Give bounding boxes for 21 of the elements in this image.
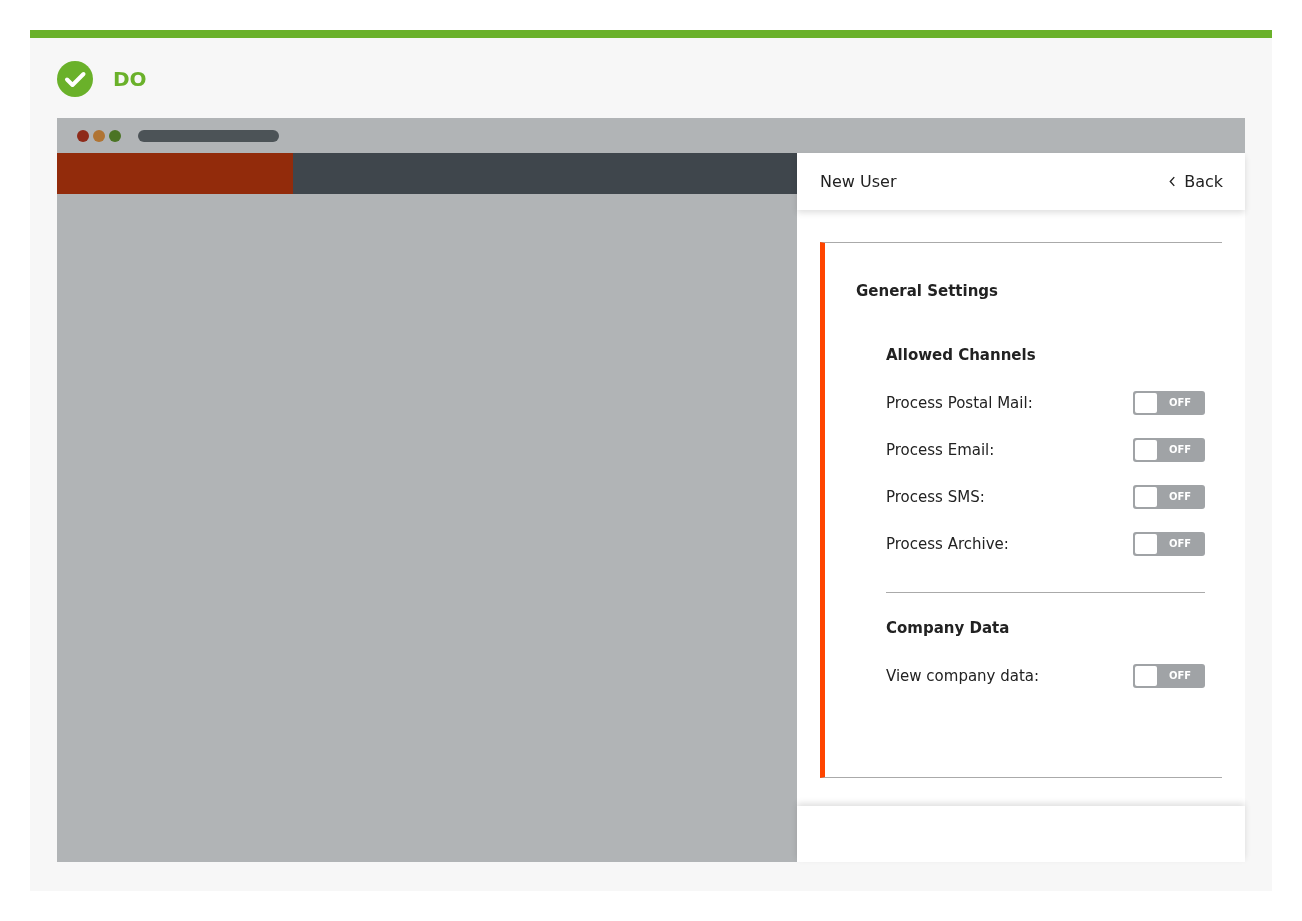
banner-label: DO — [113, 67, 147, 91]
checkmark-icon — [57, 61, 93, 97]
setting-label: Process Postal Mail: — [886, 393, 1033, 412]
setting-label: Process Email: — [886, 440, 995, 459]
setting-label: Process Archive: — [886, 534, 1009, 553]
window-dot-icon — [109, 129, 121, 142]
group-title: Company Data — [886, 618, 1011, 639]
toggle-switch[interactable]: OFF — [1133, 437, 1205, 462]
setting-label: View company data: — [886, 666, 1040, 685]
toggle-switch[interactable]: OFF — [1133, 390, 1205, 415]
panel-title: New User — [820, 172, 897, 191]
toggle-switch[interactable]: OFF — [1133, 531, 1205, 556]
chevron-left-icon — [1169, 176, 1177, 187]
window-dot-icon — [77, 129, 89, 142]
toggle-switch[interactable]: OFF — [1133, 484, 1205, 509]
window-dot-icon — [93, 129, 105, 142]
setting-label: Process SMS: — [886, 487, 985, 506]
back-link[interactable]: Back — [1169, 172, 1223, 191]
section-title: General Settings — [856, 282, 1000, 300]
group-title: Allowed Channels — [886, 345, 1037, 366]
toggle-switch[interactable]: OFF — [1133, 663, 1205, 688]
